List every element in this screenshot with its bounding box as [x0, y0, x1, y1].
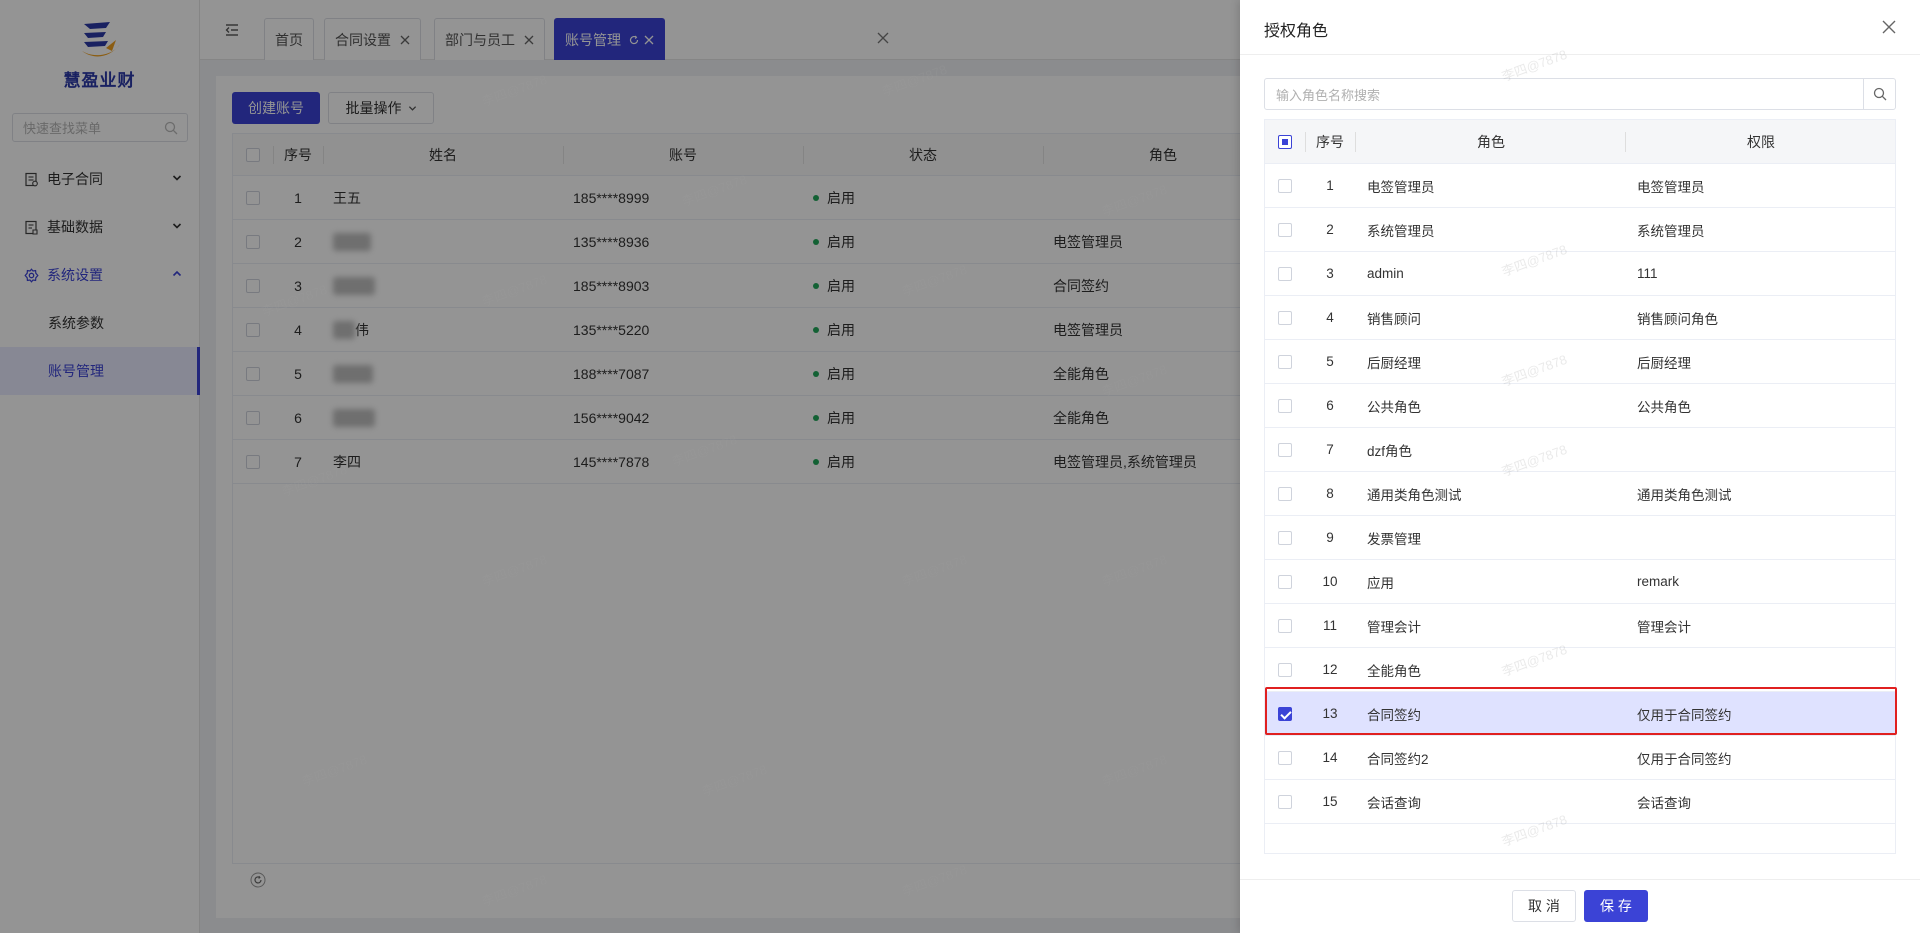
- role-name: 通用类角色测试: [1367, 487, 1462, 503]
- role-no: 7: [1326, 442, 1334, 457]
- role-checkbox[interactable]: [1278, 222, 1292, 237]
- role-checkbox[interactable]: [1278, 706, 1292, 721]
- role-row[interactable]: 5 后厨经理 后厨经理: [1265, 340, 1895, 384]
- role-name: 应用: [1367, 575, 1394, 591]
- modal-mask[interactable]: [0, 0, 1240, 933]
- role-no: 13: [1322, 706, 1338, 721]
- role-checkbox[interactable]: [1278, 398, 1292, 413]
- column-header-role: 角色: [1355, 120, 1625, 163]
- role-row[interactable]: 7 dzf角色: [1265, 428, 1895, 472]
- role-name: 合同签约2: [1367, 751, 1429, 767]
- role-row[interactable]: 13 合同签约 仅用于合同签约: [1265, 692, 1895, 736]
- role-permission: 通用类角色测试: [1637, 487, 1732, 503]
- role-no: 6: [1326, 398, 1334, 413]
- drawer-title: 授权角色: [1264, 23, 1329, 40]
- role-permission: 系统管理员: [1637, 223, 1705, 239]
- role-name: 合同签约: [1367, 707, 1421, 723]
- role-row[interactable]: 6 公共角色 公共角色: [1265, 384, 1895, 428]
- role-row[interactable]: 10 应用 remark: [1265, 560, 1895, 604]
- role-no: 15: [1322, 794, 1338, 809]
- role-permission: 电签管理员: [1637, 179, 1705, 195]
- role-checkbox[interactable]: [1278, 618, 1292, 633]
- column-header-no: 序号: [1305, 120, 1355, 163]
- role-permission: 仅用于合同签约: [1637, 751, 1732, 767]
- role-permission: 后厨经理: [1637, 355, 1691, 371]
- role-row[interactable]: 2 系统管理员 系统管理员: [1265, 208, 1895, 252]
- role-no: 1: [1326, 178, 1334, 193]
- role-permission: 111: [1637, 266, 1658, 281]
- role-no: 11: [1322, 618, 1337, 633]
- role-permission: [1625, 428, 1895, 471]
- role-name: 会话查询: [1367, 795, 1421, 811]
- role-permission: 管理会计: [1637, 619, 1691, 635]
- role-rows: 1 电签管理员 电签管理员 2 系统管理员 系统管理员 3 admin 111 4 销售顾问 销售顾问…: [1265, 164, 1895, 824]
- role-no: 8: [1326, 486, 1334, 501]
- role-permission: 会话查询: [1637, 795, 1691, 811]
- role-row[interactable]: 12 全能角色: [1265, 648, 1895, 692]
- role-permission: 销售顾问角色: [1637, 311, 1718, 327]
- divider: [1240, 54, 1920, 55]
- authorize-role-drawer: 授权角色 输入角色名称搜索 序号 角色 权限 1 电签管理员 电签管理员 2 系统管理员…: [1240, 0, 1920, 933]
- role-name: 公共角色: [1367, 399, 1421, 415]
- role-checkbox[interactable]: [1278, 750, 1292, 765]
- role-name: 全能角色: [1367, 663, 1421, 679]
- cancel-button[interactable]: 取 消: [1512, 890, 1576, 922]
- select-all-roles-cell[interactable]: [1265, 120, 1305, 163]
- role-checkbox[interactable]: [1278, 662, 1292, 677]
- divider: [1240, 879, 1920, 880]
- role-no: 12: [1322, 662, 1338, 677]
- close-icon[interactable]: [1882, 20, 1896, 34]
- role-no: 5: [1326, 354, 1334, 369]
- role-row[interactable]: 8 通用类角色测试 通用类角色测试: [1265, 472, 1895, 516]
- role-row[interactable]: 15 会话查询 会话查询: [1265, 780, 1895, 824]
- role-search-input[interactable]: 输入角色名称搜索: [1264, 78, 1896, 110]
- role-no: 3: [1326, 266, 1334, 281]
- role-checkbox[interactable]: [1278, 794, 1292, 809]
- column-header-permission: 权限: [1625, 120, 1895, 163]
- role-search-placeholder: 输入角色名称搜索: [1276, 87, 1381, 103]
- role-name: 发票管理: [1367, 531, 1421, 547]
- role-permission: [1625, 648, 1895, 691]
- role-checkbox[interactable]: [1278, 310, 1292, 325]
- role-row[interactable]: 14 合同签约2 仅用于合同签约: [1265, 736, 1895, 780]
- role-checkbox[interactable]: [1278, 266, 1292, 281]
- role-no: 14: [1322, 750, 1338, 765]
- role-permission: [1625, 516, 1895, 559]
- role-table: 序号 角色 权限 1 电签管理员 电签管理员 2 系统管理员 系统管理员 3 admin 111…: [1264, 119, 1896, 854]
- role-row[interactable]: 4 销售顾问 销售顾问角色: [1265, 296, 1895, 340]
- role-checkbox[interactable]: [1278, 486, 1292, 501]
- role-table-header: 序号 角色 权限: [1265, 120, 1895, 164]
- role-permission: remark: [1637, 574, 1680, 589]
- role-name: 系统管理员: [1367, 223, 1435, 239]
- role-checkbox[interactable]: [1278, 530, 1292, 545]
- role-name: admin: [1367, 266, 1404, 281]
- role-checkbox[interactable]: [1278, 354, 1292, 369]
- role-no: 9: [1326, 530, 1334, 545]
- role-checkbox[interactable]: [1278, 574, 1292, 589]
- role-name: 后厨经理: [1367, 355, 1421, 371]
- role-name: dzf角色: [1367, 443, 1413, 459]
- role-checkbox[interactable]: [1278, 442, 1292, 457]
- role-row[interactable]: 11 管理会计 管理会计: [1265, 604, 1895, 648]
- role-name: 管理会计: [1367, 619, 1421, 635]
- role-no: 10: [1322, 574, 1338, 589]
- select-all-roles-checkbox[interactable]: [1278, 134, 1292, 149]
- search-icon: [1873, 87, 1886, 101]
- role-name: 电签管理员: [1367, 179, 1435, 195]
- role-permission: 仅用于合同签约: [1637, 707, 1732, 723]
- role-row[interactable]: 9 发票管理: [1265, 516, 1895, 560]
- role-no: 2: [1326, 222, 1334, 237]
- role-row[interactable]: 1 电签管理员 电签管理员: [1265, 164, 1895, 208]
- role-row[interactable]: 3 admin 111: [1265, 252, 1895, 296]
- role-search-button[interactable]: [1863, 79, 1895, 109]
- role-no: 4: [1326, 310, 1334, 325]
- role-name: 销售顾问: [1367, 311, 1421, 327]
- role-permission: 公共角色: [1637, 399, 1691, 415]
- role-checkbox[interactable]: [1278, 178, 1292, 193]
- save-button[interactable]: 保 存: [1584, 890, 1648, 922]
